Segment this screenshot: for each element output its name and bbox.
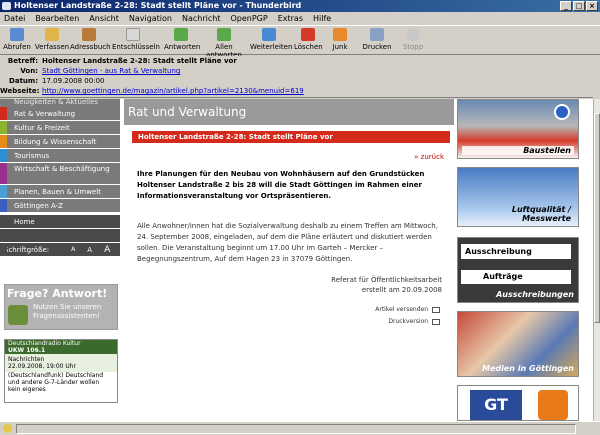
article-lead: Ihre Planungen für den Neubau von Wohnhä… <box>137 170 425 200</box>
get-mail-icon <box>10 28 24 41</box>
address-book-icon <box>82 28 96 41</box>
menu-bearbeiten[interactable]: Bearbeiten <box>35 12 79 25</box>
rss-icon <box>538 390 568 420</box>
window-title-bar: Holtenser Landstraße 2-28: Stadt stellt … <box>0 0 600 12</box>
radio-news-widget: Deutschlandradio Kultur UKW 106.1 Nachri… <box>4 339 118 403</box>
medien-banner[interactable]: Medien in Göttingen <box>457 311 579 377</box>
forward-icon <box>262 28 276 41</box>
allen-antworten-button[interactable]: Allen antworten <box>200 28 248 59</box>
drucken-button[interactable]: Drucken <box>362 28 392 51</box>
loeschen-button[interactable]: Löschen <box>294 28 323 51</box>
font-large-button[interactable]: A <box>104 243 110 256</box>
message-body: Neuigkeiten & Aktuelles Rat & Verwaltung… <box>0 99 593 421</box>
send-article-link[interactable]: Artikel versenden <box>375 306 440 313</box>
article-area: Rat und Verwaltung Holtenser Landstraße … <box>124 99 454 421</box>
nav-item-wirtschaft[interactable]: Wirtschaft & Beschäftigung <box>0 163 120 185</box>
menu-openpgp[interactable]: OpenPGP <box>230 12 267 25</box>
envelope-icon <box>432 306 440 313</box>
from-link[interactable]: Stadt Göttingen - aus Rat & Verwaltung <box>42 67 180 77</box>
nav-item-tourismus[interactable]: Tourismus <box>0 149 120 163</box>
article-body: Alle Anwohner/innen hat die Sozialverwal… <box>137 222 438 263</box>
junk-icon <box>333 28 347 41</box>
printer-icon <box>432 318 440 325</box>
message-header: Betreff: Holtenser Landstraße 2-28: Stad… <box>0 56 593 98</box>
road-sign-icon <box>554 104 570 120</box>
nav-item-rat-verwaltung[interactable]: Rat & Verwaltung <box>0 107 120 121</box>
back-link[interactable]: » zurück <box>414 153 444 161</box>
nav-item-kultur-freizeit[interactable]: Kultur & Freizeit <box>0 121 120 135</box>
menu-navigation[interactable]: Navigation <box>129 12 172 25</box>
baustellen-banner[interactable]: Baustellen <box>457 99 579 159</box>
from-row: Von: Stadt Göttingen - aus Rat & Verwalt… <box>20 67 181 77</box>
luftqualitaet-banner[interactable]: Luftqualität / Messwerte <box>457 167 579 227</box>
section-banner: Rat und Verwaltung <box>124 99 454 125</box>
status-light-icon <box>3 424 12 433</box>
question-icon <box>8 305 28 325</box>
toolbar: Abrufen Verfassen Adressbuch Entschlüsse… <box>0 25 600 59</box>
close-window-button[interactable]: × <box>586 1 598 11</box>
stopp-button[interactable]: Stopp <box>400 28 426 51</box>
menu-datei[interactable]: Datei <box>4 12 25 25</box>
menu-extras[interactable]: Extras <box>278 12 303 25</box>
nav-item-goettingen-az[interactable]: Göttingen A-Z <box>0 199 120 213</box>
menu-ansicht[interactable]: Ansicht <box>89 12 119 25</box>
frage-title: Frage? Antwort! <box>7 287 108 300</box>
entschluesseln-button[interactable]: Entschlüsseln <box>112 28 160 51</box>
article-headline: Holtenser Landstraße 2-28: Stadt stellt … <box>132 131 450 143</box>
subject-value: Holtenser Landstraße 2-28: Stadt stellt … <box>42 57 237 65</box>
nav-item-home[interactable]: Home <box>0 215 120 229</box>
thunderbird-icon <box>2 2 11 10</box>
minimize-button[interactable]: _ <box>560 1 572 11</box>
gt-logo: GT <box>470 390 522 420</box>
status-panel <box>16 424 576 434</box>
nav-item-bildung-wissenschaft[interactable]: Bildung & Wissenschaft <box>0 135 120 149</box>
print-icon <box>370 28 384 41</box>
status-bar <box>0 421 600 435</box>
menu-nachricht[interactable]: Nachricht <box>182 12 220 25</box>
menu-bar: Datei Bearbeiten Ansicht Navigation Nach… <box>0 12 600 25</box>
compose-icon <box>45 28 59 41</box>
section-title: Rat und Verwaltung <box>128 105 247 119</box>
website-link[interactable]: http://www.goettingen.de/magazin/artikel… <box>42 87 304 97</box>
nav-item-hidden[interactable] <box>0 229 120 243</box>
font-small-button[interactable]: A <box>71 243 75 256</box>
frage-antwort-banner[interactable]: Frage? Antwort! Nutzen Sie unseren Frage… <box>4 284 118 330</box>
nav-item-partial[interactable]: Neuigkeiten & Aktuelles <box>0 99 120 107</box>
font-size-control: Schriftgröße: A A A <box>0 243 120 257</box>
delete-icon <box>301 28 315 41</box>
radio-station: Deutschlandradio Kultur <box>8 340 81 347</box>
reply-icon <box>174 28 188 41</box>
window-title: Holtenser Landstraße 2-28: Stadt stellt … <box>14 1 302 10</box>
gt-rss-banner[interactable]: GT <box>457 385 579 421</box>
junk-button[interactable]: Junk <box>328 28 352 51</box>
maximize-button[interactable]: □ <box>573 1 585 11</box>
font-medium-button[interactable]: A <box>87 243 92 256</box>
decrypt-icon <box>126 28 140 41</box>
date-row: Datum: 17.09.2008 00:00 <box>9 77 105 85</box>
subject-row: Betreff: Holtenser Landstraße 2-28: Stad… <box>7 57 237 65</box>
antworten-button[interactable]: Antworten <box>164 28 200 51</box>
created-date: erstellt am 20.09.2008 <box>361 286 442 294</box>
left-navigation: Neuigkeiten & Aktuelles Rat & Verwaltung… <box>0 99 120 421</box>
stop-icon <box>406 28 420 41</box>
nav-item-planen-bauen[interactable]: Planen, Bauen & Umwelt <box>0 185 120 199</box>
abrufen-button[interactable]: Abrufen <box>2 28 32 51</box>
weiterleiten-button[interactable]: Weiterleiten <box>250 28 292 51</box>
vertical-scrollbar[interactable] <box>593 99 600 421</box>
date-value: 17.09.2008 00:00 <box>42 77 105 85</box>
print-version-link[interactable]: Druckversion <box>388 318 440 325</box>
verfassen-button[interactable]: Verfassen <box>34 28 70 51</box>
menu-hilfe[interactable]: Hilfe <box>313 12 331 25</box>
website-row: Webseite: http://www.goettingen.de/magaz… <box>0 87 304 97</box>
referat-text: Referat für Öffentlichkeitsarbeit <box>331 276 442 284</box>
adressbuch-button[interactable]: Adressbuch <box>70 28 111 51</box>
radio-frequency: UKW 106.1 <box>8 347 46 354</box>
scrollbar-thumb[interactable] <box>594 113 600 323</box>
ausschreibung-banner[interactable]: Ausschreibung Aufträge Ausschreibungen <box>457 237 579 303</box>
reply-all-icon <box>217 28 231 41</box>
